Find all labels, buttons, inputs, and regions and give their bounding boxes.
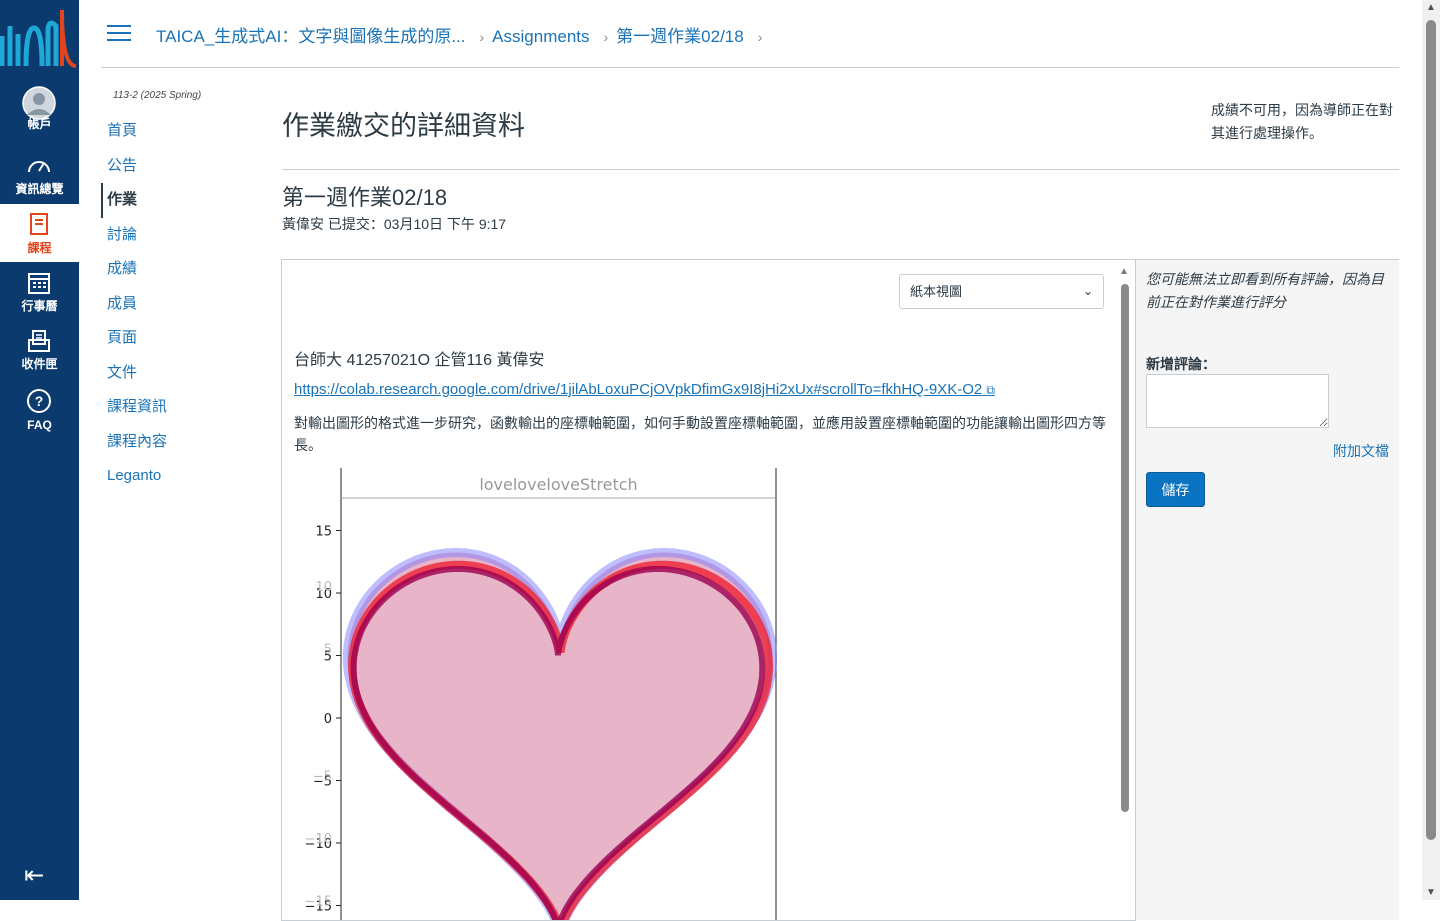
preview-scrollbar[interactable]: ▲	[1119, 262, 1131, 902]
course-nav-item[interactable]: 成員	[101, 287, 251, 322]
course-nav-item[interactable]: 討論	[101, 218, 251, 253]
assignment-title: 第一週作業02/18	[282, 180, 447, 212]
calendar-icon	[26, 270, 52, 296]
chevron-right-icon: ›	[480, 29, 485, 45]
submission-info: 黃偉安 已提交：03月10日 下午 9:17	[282, 214, 506, 234]
global-nav-dashboard[interactable]: 資訊總覽	[0, 145, 79, 203]
chevron-right-icon: ›	[758, 29, 763, 45]
course-nav: 首頁公告作業討論成績成員頁面文件課程資訊課程內容Leganto	[101, 114, 251, 494]
heart-series-line	[347, 553, 772, 921]
heart-chart: loveloveloveStretch151050−5−10−15105−5−1…	[294, 468, 794, 921]
course-menu-toggle-icon[interactable]	[107, 25, 131, 43]
global-nav-account[interactable]: 帳戶	[0, 80, 79, 138]
page-title: 作業繳交的詳細資料	[282, 104, 525, 143]
breadcrumb: TAICA_生成式AI：文字與圖像生成的原... › Assignments › 第一週…	[156, 22, 770, 47]
external-link-icon: ⧉	[986, 383, 995, 397]
course-nav-item[interactable]: 公告	[101, 149, 251, 184]
global-nav-courses[interactable]: 課程	[0, 204, 79, 262]
course-nav-item[interactable]: 作業	[101, 183, 251, 218]
global-nav-label: 資訊總覽	[0, 180, 79, 197]
course-nav-item[interactable]: 課程資訊	[101, 390, 251, 425]
course-nav-item[interactable]: 文件	[101, 356, 251, 391]
global-nav: 帳戶 資訊總覽 課程 行事曆 收件匣 ?	[0, 0, 79, 900]
breadcrumb-course[interactable]: TAICA_生成式AI：文字與圖像生成的原...	[156, 27, 466, 46]
global-nav-calendar[interactable]: 行事曆	[0, 262, 79, 320]
global-nav-label: 課程	[0, 239, 79, 256]
student-info: 台師大 41257021O 企管116 黃偉安	[294, 346, 544, 370]
course-term: 113-2 (2025 Spring)	[113, 90, 201, 101]
help-icon: ?	[26, 388, 52, 414]
y-tick-label-faded: 10	[315, 580, 332, 595]
course-nav-item[interactable]: 成績	[101, 252, 251, 287]
scroll-down-icon[interactable]: ▼	[1426, 887, 1436, 898]
global-nav-label: 收件匣	[0, 355, 79, 372]
comment-textarea[interactable]	[1146, 374, 1329, 428]
colab-link[interactable]: https://colab.research.google.com/drive/…	[294, 381, 995, 398]
attach-file-link[interactable]: 附加文檔	[1333, 441, 1389, 461]
course-nav-item[interactable]: 頁面	[101, 321, 251, 356]
dashboard-icon	[26, 153, 52, 179]
course-nav-item[interactable]: 首頁	[101, 114, 251, 149]
courses-icon	[26, 212, 52, 238]
global-nav-label: 帳戶	[0, 115, 79, 132]
header-divider	[101, 67, 1399, 68]
comments-visibility-note: 您可能無法立即看到所有評論，因為目前正在對作業進行評分	[1146, 268, 1391, 314]
comments-panel: 您可能無法立即看到所有評論，因為目前正在對作業進行評分 新增評論： 附加文檔 儲…	[1135, 259, 1399, 920]
view-mode-select[interactable]: 紙本視圖 ⌄	[899, 274, 1104, 309]
chevron-right-icon: ›	[604, 29, 609, 45]
breadcrumb-assignments[interactable]: Assignments	[492, 27, 589, 46]
global-nav-label: 行事曆	[0, 297, 79, 314]
window-scroll-thumb[interactable]	[1426, 20, 1436, 840]
y-tick-label-faded: −10	[305, 832, 332, 847]
course-nav-item[interactable]: Leganto	[101, 459, 251, 494]
cool-logo[interactable]	[0, 6, 79, 72]
y-tick-label-faded: 5	[324, 643, 332, 658]
y-tick-label: 15	[315, 525, 332, 540]
global-nav-faq[interactable]: ? FAQ	[0, 380, 79, 438]
colab-link-text: https://colab.research.google.com/drive/…	[294, 381, 982, 398]
y-tick-label-faded: −15	[305, 895, 332, 910]
view-mode-value: 紙本視圖	[910, 284, 962, 299]
grade-status-note: 成績不可用，因為導師正在對其進行處理操作。	[1211, 99, 1401, 145]
window-scrollbar[interactable]: ▲ ▼	[1422, 0, 1440, 900]
course-nav-item[interactable]: 課程內容	[101, 425, 251, 460]
scroll-up-icon[interactable]: ▲	[1426, 2, 1436, 13]
content-divider	[282, 169, 1399, 170]
y-tick-label-faded: −5	[313, 770, 332, 785]
breadcrumb-assignment[interactable]: 第一週作業02/18	[616, 27, 744, 46]
preview-scroll-thumb[interactable]	[1121, 284, 1129, 812]
add-comment-label: 新增評論：	[1146, 354, 1216, 374]
svg-text:?: ?	[35, 393, 44, 409]
chevron-down-icon: ⌄	[1083, 275, 1093, 308]
y-tick-label: 0	[324, 712, 332, 727]
global-nav-label: FAQ	[0, 418, 79, 432]
submission-description: 對輸出圖形的格式進一步研究，函數輸出的座標軸範圍，如何手動設置座標軸範圍，並應用…	[294, 412, 1109, 456]
global-nav-inbox[interactable]: 收件匣	[0, 320, 79, 378]
save-button[interactable]: 儲存	[1146, 472, 1205, 507]
submission-preview: 紙本視圖 ⌄ 台師大 41257021O 企管116 黃偉安 https://c…	[281, 259, 1136, 921]
chart-title: loveloveloveStretch	[479, 475, 637, 494]
inbox-icon	[26, 328, 52, 354]
scroll-up-icon[interactable]: ▲	[1119, 266, 1129, 277]
collapse-nav-icon[interactable]: ⇤	[24, 861, 44, 890]
